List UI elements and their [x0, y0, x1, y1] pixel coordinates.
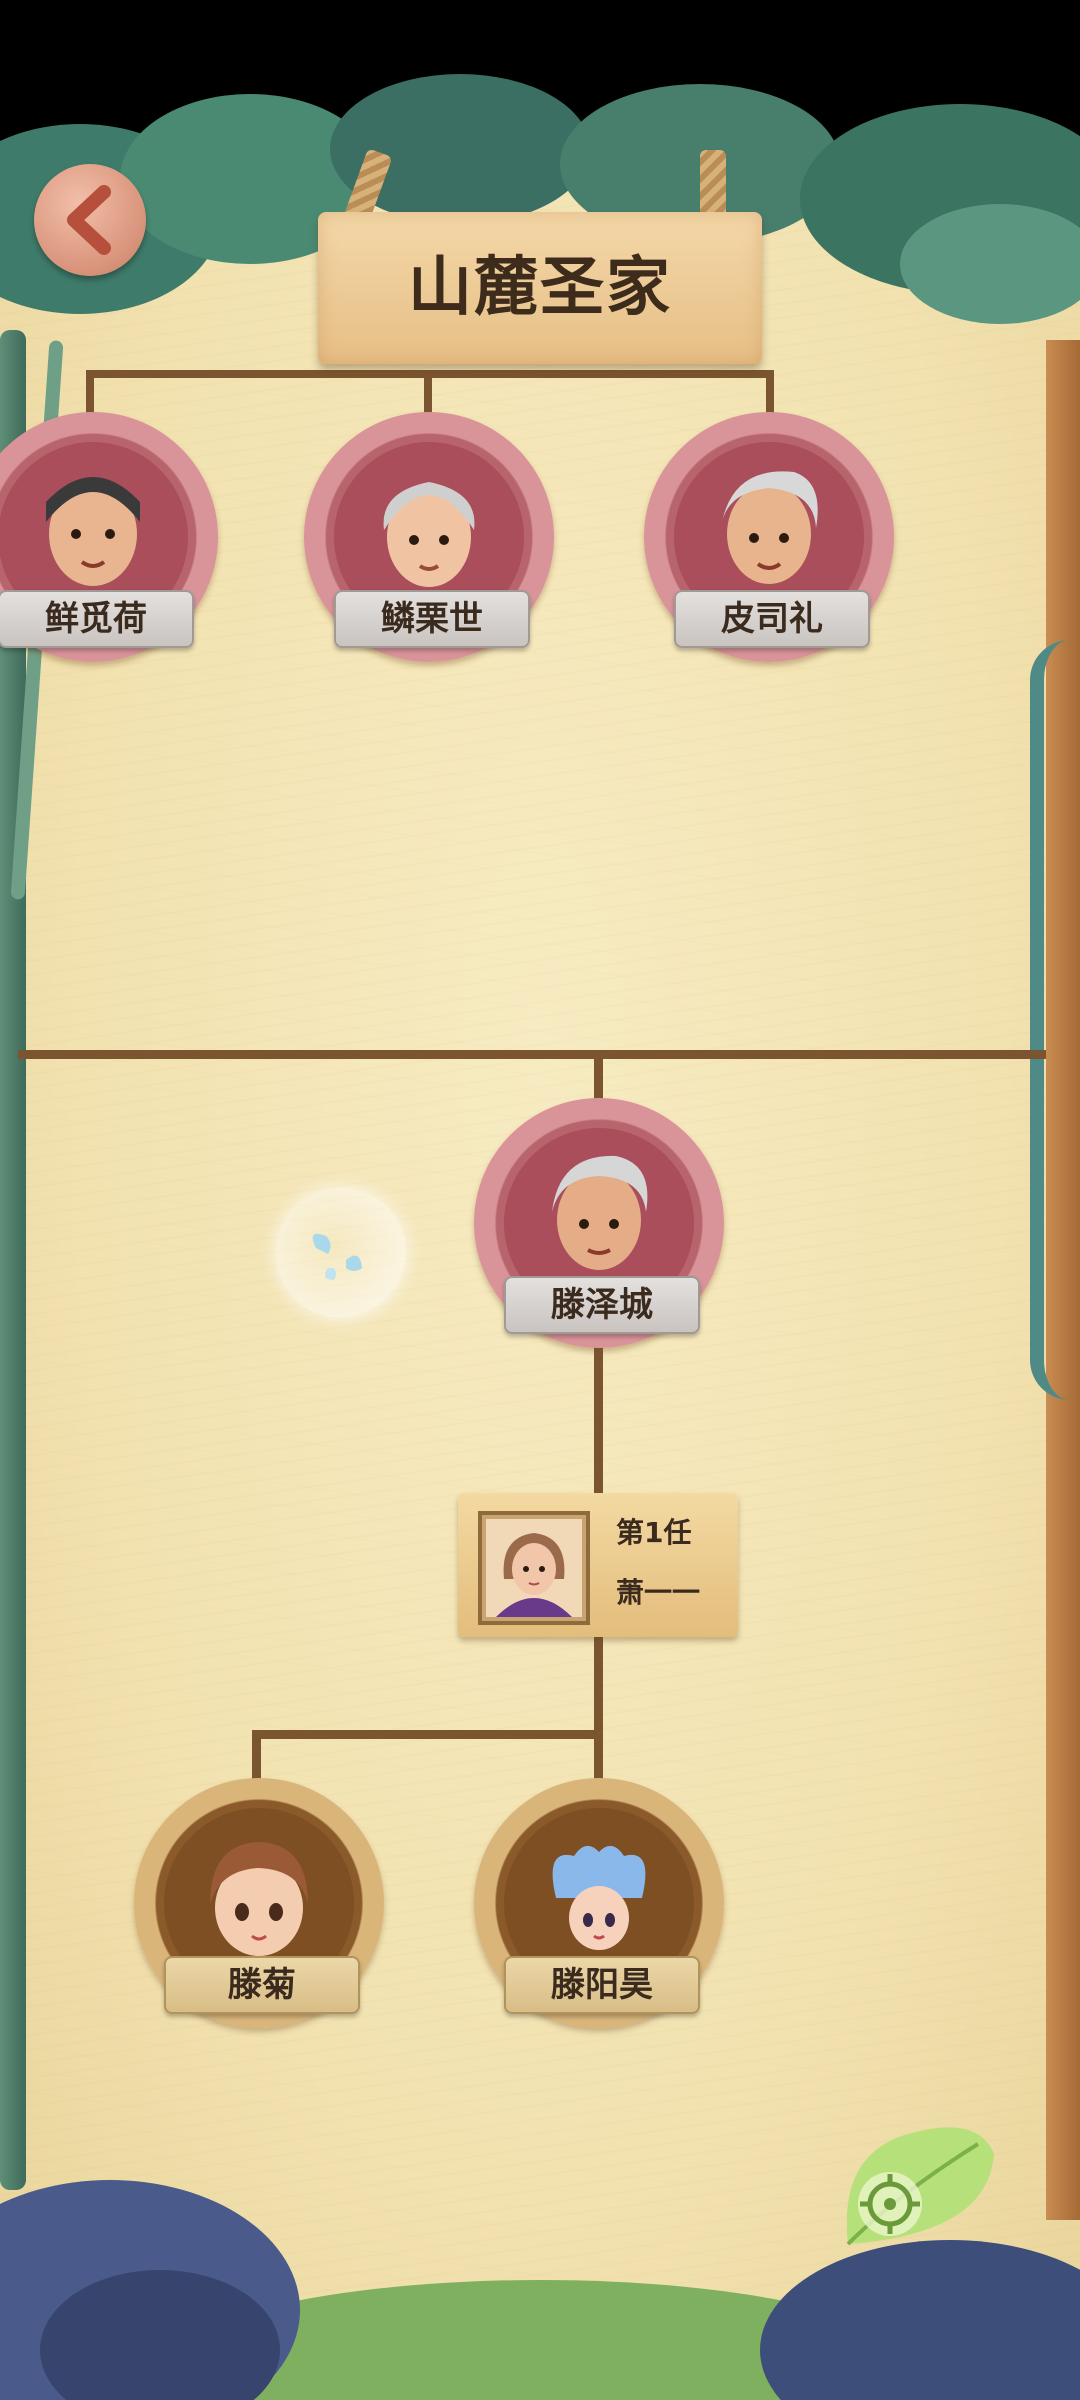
- member-name: 鲜觅荷: [0, 590, 194, 648]
- back-button[interactable]: [34, 164, 146, 276]
- member-name: 滕泽城: [504, 1276, 700, 1334]
- family-member-card[interactable]: 滕泽城: [474, 1098, 724, 1348]
- family-member-card[interactable]: 滕菊: [134, 1778, 384, 2028]
- family-member-card[interactable]: 皮司礼: [644, 412, 894, 662]
- target-icon: [858, 2172, 922, 2236]
- butterfly-icon: [312, 1233, 362, 1280]
- butterfly-bubble[interactable]: [276, 1188, 406, 1318]
- back-arrow-icon: [67, 185, 111, 255]
- locate-button[interactable]: [838, 2114, 998, 2254]
- children-branch-line: [252, 1730, 603, 1739]
- connector-child1: [252, 1730, 261, 1784]
- family-member-card[interactable]: 鳞栗世: [304, 412, 554, 662]
- spouse-card[interactable]: 第1任 萧一一: [458, 1493, 738, 1637]
- member-name: 滕阳昊: [504, 1956, 700, 2014]
- title-sign: 山麓圣家: [318, 212, 762, 364]
- member-name: 皮司礼: [674, 590, 870, 648]
- member-name: 滕菊: [164, 1956, 360, 2014]
- page-title: 山麓圣家: [408, 251, 672, 325]
- spouse-order: 第1任: [616, 1516, 692, 1549]
- connector-parent: [594, 1050, 603, 1104]
- right-vine: [1030, 640, 1074, 1400]
- connector-parent-spouse: [594, 1340, 603, 1500]
- middle-branch-line: [18, 1050, 1046, 1059]
- spouse-avatar: [486, 1519, 582, 1617]
- family-member-card[interactable]: 鲜觅荷: [0, 412, 218, 662]
- member-name: 鳞栗世: [334, 590, 530, 648]
- family-tree-screen: 山麓圣家 鲜觅荷 鳞栗世 皮司礼 滕泽城 第1任 萧一一 滕菊 滕阳昊: [0, 0, 1080, 2400]
- spouse-name: 萧一一: [616, 1576, 701, 1609]
- spouse-photo-frame: [478, 1511, 590, 1625]
- family-member-card[interactable]: 滕阳昊: [474, 1778, 724, 2028]
- connector-spouse-children: [594, 1630, 603, 1780]
